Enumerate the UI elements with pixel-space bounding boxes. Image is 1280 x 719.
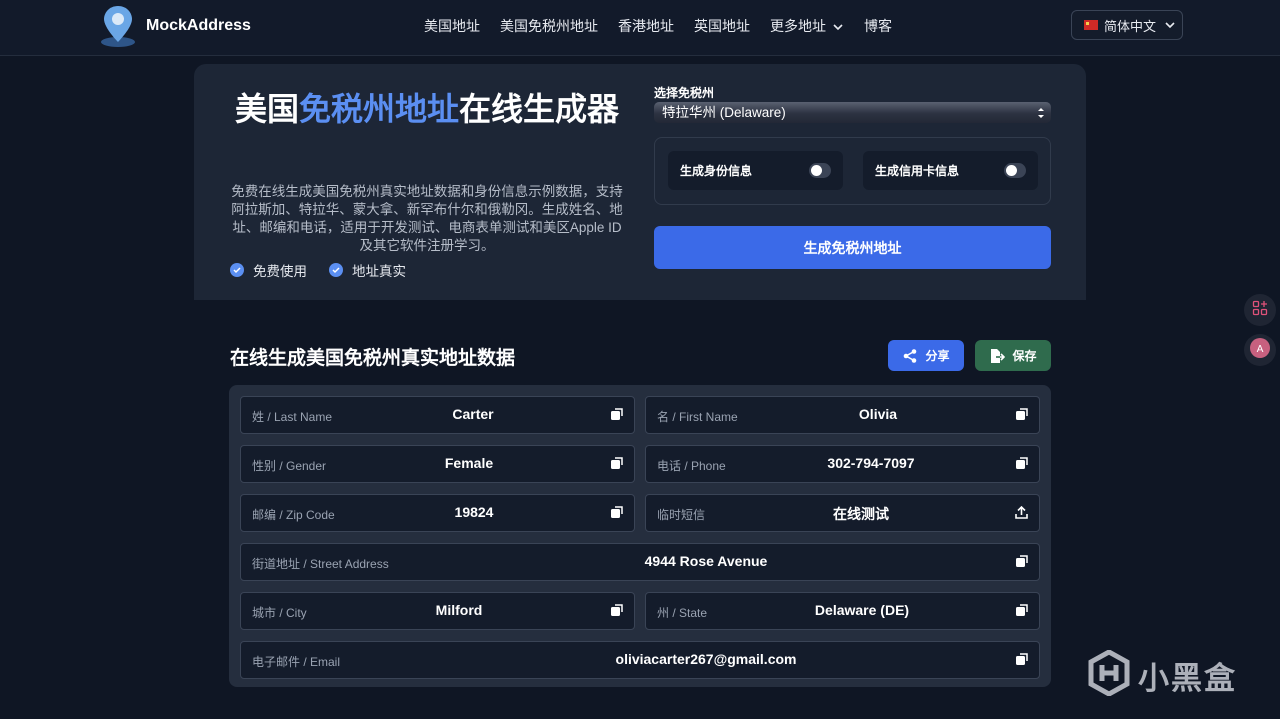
external-link-icon[interactable] — [1015, 505, 1028, 519]
identity-toggle-card: 生成身份信息 — [668, 151, 843, 190]
feature-real-label: 地址真实 — [352, 264, 406, 279]
last-name-value: Carter — [452, 406, 494, 422]
copy-icon[interactable] — [1015, 457, 1028, 470]
feature-real: 地址真实 — [329, 260, 406, 280]
check-circle-icon — [230, 263, 244, 277]
china-flag-icon — [1084, 20, 1098, 30]
nav-uk-address[interactable]: 英国地址 — [694, 16, 750, 36]
state-select[interactable]: 特拉华州 (Delaware) — [654, 102, 1051, 123]
field-label: 邮编 / Zip Code — [252, 508, 335, 522]
nav-us-taxfree-address[interactable]: 美国免税州地址 — [500, 16, 598, 36]
nav-blog[interactable]: 博客 — [864, 16, 892, 36]
field-label: 电子邮件 / Email — [252, 655, 341, 669]
temp-sms-value[interactable]: 在线测试 — [786, 504, 936, 524]
field-label: 电话 / Phone — [657, 459, 726, 473]
translate-icon: A — [1249, 337, 1271, 364]
identity-toggle-switch[interactable] — [809, 163, 831, 178]
language-selector[interactable]: 简体中文 — [1071, 10, 1183, 40]
gender-value: Female — [444, 455, 494, 471]
field-label: 州 / State — [657, 606, 708, 620]
field-label: 城市 / City — [252, 606, 307, 620]
field-label: 名 / First Name — [657, 410, 738, 424]
credit-toggle-label: 生成信用卡信息 — [875, 164, 960, 178]
logo-text: MockAddress — [146, 17, 251, 34]
save-button[interactable]: 保存 — [975, 340, 1051, 371]
credit-toggle-switch[interactable] — [1004, 163, 1026, 178]
chevron-down-icon — [1164, 19, 1176, 31]
top-navbar: MockAddress 美国地址 美国免税州地址 香港地址 英国地址 更多地址 … — [0, 0, 1280, 56]
copy-icon[interactable] — [1015, 408, 1028, 421]
email-field: 电子邮件 / Email oliviacarter267@gmail.com — [240, 641, 1040, 679]
street-field: 街道地址 / Street Address 4944 Rose Avenue — [240, 543, 1040, 581]
copy-icon[interactable] — [1015, 555, 1028, 568]
field-label: 临时短信 — [657, 508, 706, 522]
check-circle-icon — [329, 263, 343, 277]
title-prefix: 美国 — [234, 91, 299, 127]
main-nav: 美国地址 美国免税州地址 香港地址 英国地址 更多地址 博客 — [414, 0, 902, 52]
copy-icon[interactable] — [1015, 604, 1028, 617]
field-label: 性别 / Gender — [252, 459, 327, 473]
feature-free: 免费使用 — [230, 260, 307, 280]
share-button[interactable]: 分享 — [888, 340, 964, 371]
city-field: 城市 / City Milford — [240, 592, 635, 630]
translate-button[interactable]: A — [1244, 334, 1276, 366]
language-label: 简体中文 — [1104, 18, 1157, 34]
field-label: 姓 / Last Name — [252, 410, 333, 424]
copy-icon[interactable] — [610, 604, 623, 617]
first-name-field: 名 / First Name Olivia — [645, 396, 1040, 434]
nav-more-label: 更多地址 — [770, 18, 826, 34]
page-title: 美国免税州地址在线生成器 — [230, 88, 624, 130]
copy-icon[interactable] — [610, 457, 623, 470]
state-field: 州 / State Delaware (DE) — [645, 592, 1040, 630]
first-name-value: Olivia — [858, 406, 898, 422]
apps-grid-icon — [1252, 300, 1268, 321]
hero-description: 免费在线生成美国免税州真实地址数据和身份信息示例数据，支持阿拉斯加、特拉华、蒙大… — [231, 184, 623, 253]
title-suffix: 在线生成器 — [459, 91, 620, 127]
save-label: 保存 — [1012, 349, 1037, 363]
zip-field: 邮编 / Zip Code 19824 — [240, 494, 635, 532]
copy-icon[interactable] — [610, 506, 623, 519]
state-value: Delaware (DE) — [814, 602, 910, 618]
site-logo[interactable]: MockAddress — [98, 4, 251, 48]
svg-text:A: A — [1257, 344, 1264, 355]
copy-icon[interactable] — [610, 408, 623, 421]
feature-list: 免费使用 地址真实 — [230, 260, 428, 280]
phone-field: 电话 / Phone 302-794-7097 — [645, 445, 1040, 483]
gender-field: 性别 / Gender Female — [240, 445, 635, 483]
nav-more-addresses[interactable]: 更多地址 — [770, 16, 844, 36]
temp-sms-field: 临时短信 在线测试 — [645, 494, 1040, 532]
copy-icon[interactable] — [1015, 653, 1028, 666]
generate-button[interactable]: 生成免税州地址 — [654, 226, 1051, 269]
feature-free-label: 免费使用 — [253, 264, 307, 279]
xiaoheihe-watermark: 小黑盒 — [1088, 649, 1237, 701]
chevron-down-icon — [832, 20, 844, 32]
city-value: Milford — [435, 602, 483, 618]
phone-value: 302-794-7097 — [827, 455, 915, 471]
title-highlight: 免税州地址 — [298, 91, 459, 127]
results-title: 在线生成美国免税州真实地址数据 — [230, 348, 516, 369]
field-label: 街道地址 / Street Address — [252, 557, 389, 571]
nav-hk-address[interactable]: 香港地址 — [618, 16, 674, 36]
map-pin-icon — [98, 4, 138, 48]
export-file-icon — [989, 348, 1006, 364]
state-select-value: 特拉华州 (Delaware) — [662, 105, 786, 120]
credit-toggle-card: 生成信用卡信息 — [863, 151, 1038, 190]
watermark-logo-icon — [1088, 649, 1130, 701]
share-label: 分享 — [925, 349, 950, 363]
select-arrows-icon — [1037, 105, 1045, 119]
zip-value: 19824 — [454, 504, 494, 520]
street-value: 4944 Rose Avenue — [644, 553, 768, 569]
apps-grid-button[interactable] — [1244, 294, 1276, 326]
state-select-label: 选择免税州 — [654, 86, 715, 100]
share-icon — [902, 348, 918, 364]
email-value: oliviacarter267@gmail.com — [615, 651, 797, 667]
watermark-text: 小黑盒 — [1138, 661, 1237, 696]
last-name-field: 姓 / Last Name Carter — [240, 396, 635, 434]
nav-us-address[interactable]: 美国地址 — [424, 16, 480, 36]
identity-toggle-label: 生成身份信息 — [680, 164, 753, 178]
